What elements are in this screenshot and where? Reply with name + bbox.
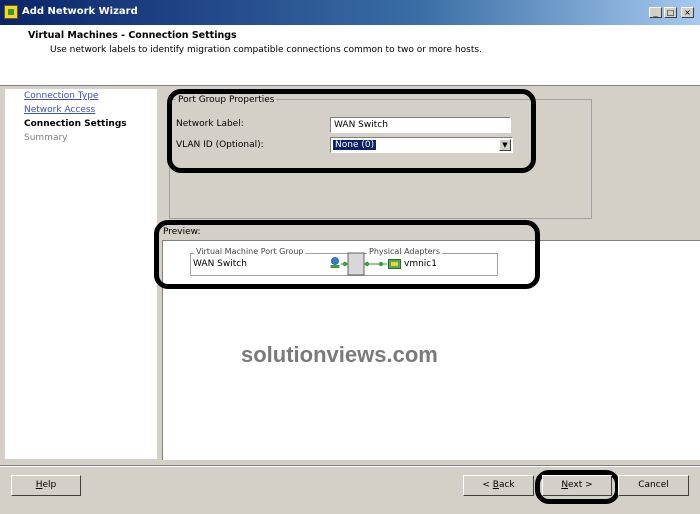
nav-item-summary: Summary — [24, 133, 68, 143]
watermark-text: solutionviews.com — [241, 342, 438, 367]
wizard-header: Virtual Machines - Connection Settings U… — [0, 25, 700, 86]
help-button-label: elp — [42, 480, 57, 490]
minimize-icon[interactable]: _ — [649, 7, 662, 18]
window-title: Add Network Wizard — [22, 6, 138, 17]
next-button[interactable]: Next > — [542, 475, 612, 496]
title-bar[interactable]: Add Network Wizard _ □ × — [0, 0, 700, 25]
next-button-label: ext > — [568, 480, 593, 490]
nav-item-network-access[interactable]: Network Access — [24, 105, 95, 115]
footer-separator — [0, 465, 700, 467]
page-title: Virtual Machines - Connection Settings — [28, 30, 237, 41]
close-icon[interactable]: × — [681, 7, 694, 18]
nav-item-connection-type[interactable]: Connection Type — [24, 91, 98, 101]
help-button[interactable]: Help — [11, 475, 81, 496]
add-network-wizard-window: Add Network Wizard _ □ × Virtual Machine… — [0, 0, 700, 514]
maximize-icon[interactable]: □ — [664, 7, 677, 18]
wizard-steps-nav: Connection Type Network Access Connectio… — [5, 89, 157, 459]
app-icon — [4, 5, 18, 19]
back-button[interactable]: < Back — [463, 475, 534, 496]
nav-item-connection-settings: Connection Settings — [24, 119, 127, 129]
annotation-port-group-outline — [167, 89, 536, 173]
back-button-prefix: < — [482, 480, 493, 490]
back-button-label: ack — [498, 480, 515, 490]
help-button-accel: H — [35, 480, 43, 490]
cancel-button[interactable]: Cancel — [618, 475, 689, 496]
annotation-preview-outline — [154, 220, 540, 289]
page-subtitle: Use network labels to identify migration… — [50, 45, 482, 55]
